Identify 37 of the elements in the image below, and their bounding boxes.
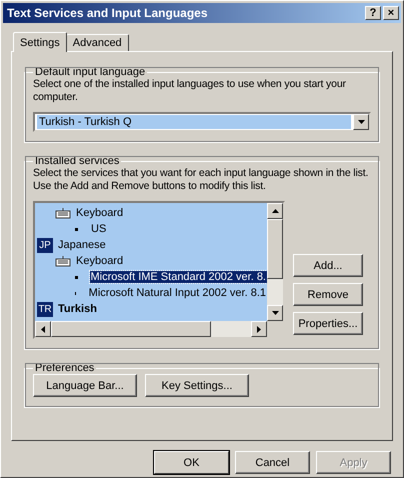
language-badge: JP [37, 238, 53, 252]
keyboard-icon [55, 207, 71, 219]
bullet-icon [75, 228, 78, 230]
language-bar-button[interactable]: Language Bar... [33, 374, 137, 397]
vertical-scrollbar[interactable] [267, 203, 283, 321]
down-arrow-icon [272, 311, 278, 315]
group-legend: Preferences [33, 362, 96, 374]
left-arrow-icon [41, 326, 45, 332]
tree-item[interactable]: Keyboard [75, 255, 124, 267]
key-settings-button[interactable]: Key Settings... [145, 374, 249, 397]
tree-item[interactable]: Japanese [57, 239, 107, 251]
language-badge: TR [37, 302, 53, 316]
tab[interactable]: Settings [13, 32, 67, 52]
bullet-icon [75, 276, 78, 278]
description-text: Select one of the installed input languages to use when you start your computer. [33, 78, 347, 104]
language-dropdown[interactable]: Turkish - Turkish Q [33, 112, 371, 132]
description-text: Select the services that you want for each input language shown in the list. Use the Add and Remove buttons to modify this list. [33, 167, 370, 193]
add-button[interactable]: Add... [293, 254, 363, 277]
close-button[interactable]: × [383, 6, 399, 20]
window-title: Text Services and Input Languages [7, 6, 208, 20]
remove-button[interactable]: Remove [293, 283, 363, 306]
help-button[interactable]: ? [365, 6, 381, 20]
horizontal-scrollbar[interactable] [35, 321, 267, 337]
group-legend: Installed services [33, 155, 122, 167]
right-arrow-icon [257, 326, 261, 332]
tree-item[interactable]: Microsoft Natural Input 2002 ver. 8.1 [88, 287, 267, 299]
cancel-button[interactable]: Cancel [235, 451, 310, 474]
tree-item[interactable]: Turkish [57, 303, 98, 315]
tab[interactable]: Advanced [66, 34, 129, 51]
properties-button[interactable]: Properties... [293, 312, 363, 335]
tree-item[interactable]: Keyboard [75, 207, 124, 219]
tree-item[interactable]: Microsoft IME Standard 2002 ver. 8. [90, 271, 267, 283]
up-arrow-icon [272, 209, 278, 213]
tree-item[interactable]: US [90, 223, 108, 235]
dropdown-arrow-icon [358, 120, 364, 124]
keyboard-icon [55, 255, 71, 267]
ok-button[interactable]: OK [154, 451, 229, 474]
